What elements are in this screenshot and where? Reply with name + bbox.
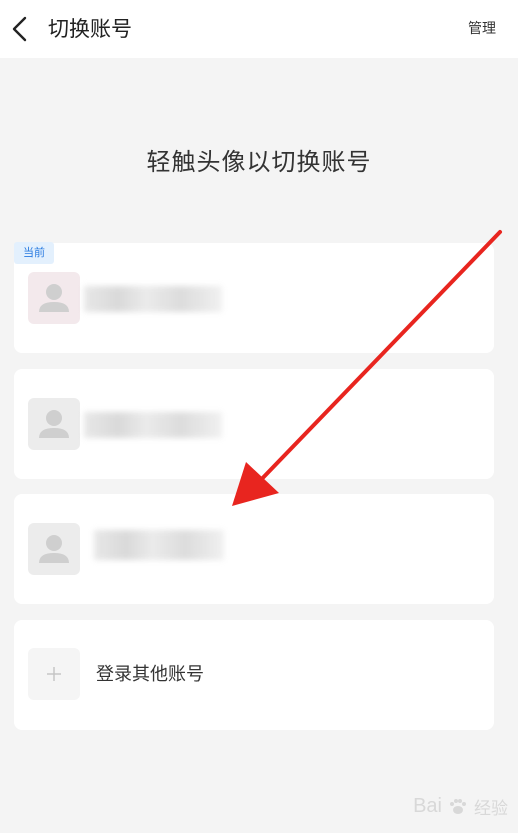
add-account-button[interactable]: 登录其他账号 xyxy=(14,620,494,730)
user-icon xyxy=(39,410,69,438)
account-card-current[interactable] xyxy=(14,243,494,353)
watermark-suffix: 经验 xyxy=(474,799,508,818)
account-card[interactable] xyxy=(14,369,494,479)
avatar[interactable] xyxy=(28,398,80,450)
switch-hint: 轻触头像以切换账号 xyxy=(146,148,372,176)
account-name-redacted xyxy=(84,286,222,312)
app-header: 切换账号 管理 xyxy=(0,0,518,58)
back-button[interactable] xyxy=(6,14,34,44)
current-badge: 当前 xyxy=(14,242,54,264)
avatar[interactable] xyxy=(28,523,80,575)
account-name-redacted xyxy=(84,412,222,438)
account-name-redacted xyxy=(94,530,224,560)
account-card[interactable] xyxy=(14,494,494,604)
plus-icon xyxy=(28,648,80,700)
paw-icon xyxy=(450,798,466,814)
page-title: 切换账号 xyxy=(48,17,132,41)
chevron-left-icon xyxy=(12,16,27,42)
watermark-brand: Bai xyxy=(413,795,442,817)
watermark: Bai 经验 xyxy=(413,794,508,819)
user-icon xyxy=(39,284,69,312)
user-icon xyxy=(39,535,69,563)
manage-button[interactable]: 管理 xyxy=(468,18,496,40)
add-account-label: 登录其他账号 xyxy=(96,664,204,685)
avatar[interactable] xyxy=(28,272,80,324)
